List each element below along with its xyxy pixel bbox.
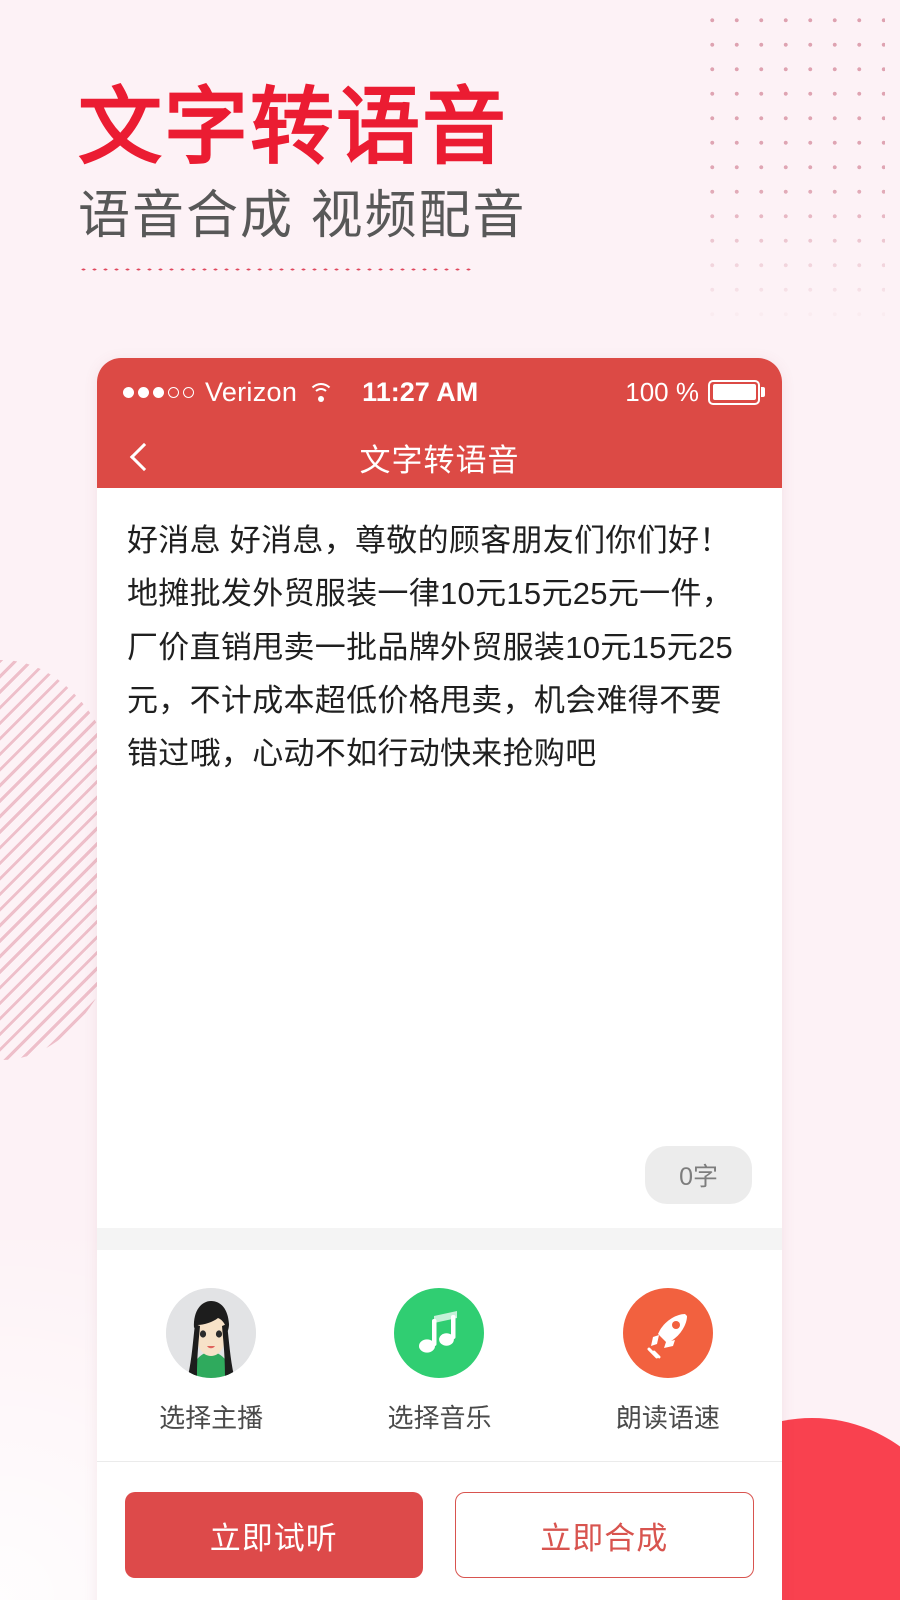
action-buttons: 立即试听 立即合成 [97, 1462, 782, 1600]
option-select-music[interactable]: 选择音乐 [325, 1288, 553, 1435]
option-label: 朗读语速 [615, 1403, 720, 1433]
option-label: 选择音乐 [387, 1403, 492, 1433]
rocket-icon [622, 1288, 713, 1378]
status-bar-right: 100 % [625, 377, 760, 408]
back-button[interactable] [123, 440, 157, 474]
battery-icon [708, 379, 760, 405]
editor-textarea[interactable]: 好消息 好消息，尊敬的顾客朋友们你们好！地摊批发外贸服装一律10元15元25元一… [127, 514, 752, 781]
battery-percent-label: 100 % [625, 376, 699, 407]
signal-strength-icon [123, 386, 194, 398]
status-bar-left: Verizon [123, 376, 335, 408]
status-bar-time: 11:27 AM [362, 376, 479, 407]
wifi-icon [308, 382, 335, 402]
section-separator [97, 1228, 782, 1250]
anchor-avatar-icon [166, 1288, 257, 1378]
carrier-label: Verizon [205, 376, 298, 407]
preview-button[interactable]: 立即试听 [125, 1492, 423, 1578]
option-select-anchor[interactable]: 选择主播 [97, 1288, 325, 1435]
dot-grid-decoration [700, 8, 885, 328]
phone-mockup: Verizon 11:27 AM 100 % 文字转语音 好消息 好消息，尊敬的… [97, 358, 782, 1600]
text-editor-area[interactable]: 好消息 好消息，尊敬的顾客朋友们你们好！地摊批发外贸服装一律10元15元25元一… [97, 488, 782, 1228]
character-counter: 0字 [645, 1146, 752, 1204]
dotted-divider [78, 266, 474, 272]
status-bar: Verizon 11:27 AM 100 % [97, 358, 782, 426]
option-reading-speed[interactable]: 朗读语速 [554, 1288, 782, 1435]
page-title: 文字转语音 [359, 442, 520, 478]
promo-subheadline: 语音合成 视频配音 [78, 186, 527, 245]
options-row: 选择主播 选择音乐 朗读语速 [97, 1250, 782, 1461]
music-note-icon [394, 1288, 485, 1378]
nav-bar: 文字转语音 [97, 426, 782, 488]
promo-headline: 文字转语音 [78, 80, 509, 174]
counter-row: 0字 [127, 1146, 752, 1228]
option-label: 选择主播 [159, 1403, 264, 1433]
synthesize-button[interactable]: 立即合成 [454, 1492, 754, 1578]
promo-page: 文字转语音 语音合成 视频配音 Verizon 11:27 AM 100 % 文… [0, 0, 900, 1600]
promo-header: 文字转语音 语音合成 视频配音 [78, 82, 698, 272]
